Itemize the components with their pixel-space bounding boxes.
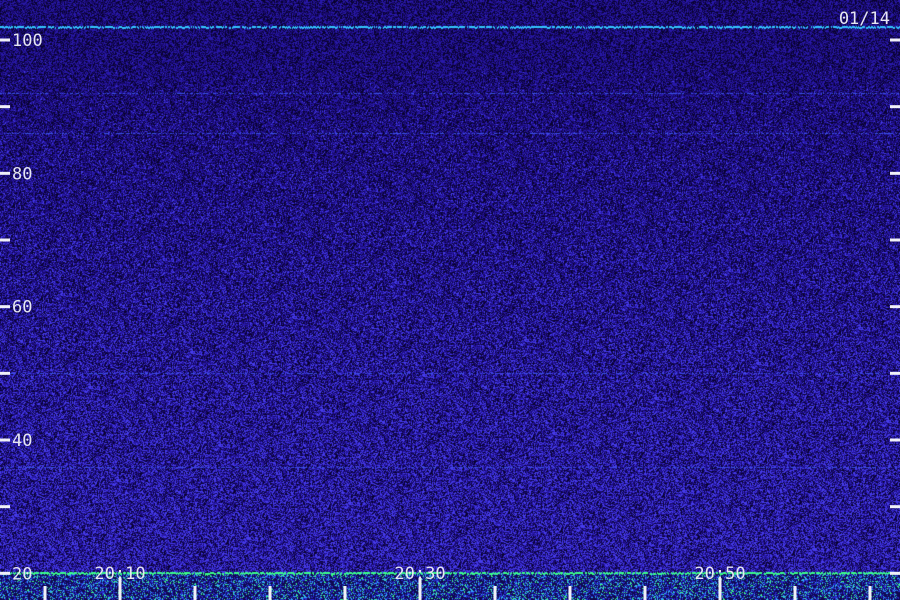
y-minor-tick-right-30 xyxy=(890,505,900,509)
y-minor-tick-left-90 xyxy=(0,105,10,109)
x-minor-tick-20:40 xyxy=(568,586,572,600)
y-tick-label-20: 20 xyxy=(12,564,32,584)
y-minor-tick-right-50 xyxy=(890,371,900,375)
y-tick-left-40 xyxy=(0,438,10,442)
y-tick-left-20 xyxy=(0,571,10,575)
x-minor-tick-20:45 xyxy=(643,586,647,600)
x-tick-label-20:10: 20:10 xyxy=(94,564,145,584)
y-tick-label-40: 40 xyxy=(12,431,32,451)
date-label: 01/14 xyxy=(839,9,890,29)
x-tick-label-20:30: 20:30 xyxy=(394,564,445,584)
y-minor-tick-right-90 xyxy=(890,105,900,109)
y-minor-tick-left-50 xyxy=(0,371,10,375)
x-minor-tick-20:20 xyxy=(268,586,272,600)
axis-overlay: 01/14 100 80 60 40 20 20:10 20:30 20:50 xyxy=(0,9,900,600)
spectrogram-chart: 01/14 100 80 60 40 20 20:10 20:30 20:50 xyxy=(0,0,900,600)
y-tick-right-40 xyxy=(890,438,900,442)
x-minor-tick-20:35 xyxy=(493,586,497,600)
y-tick-right-20 xyxy=(890,571,900,575)
x-minor-tick-21:00 xyxy=(868,586,872,600)
y-tick-right-80 xyxy=(890,171,900,175)
y-tick-label-100: 100 xyxy=(12,31,43,51)
y-minor-tick-left-70 xyxy=(0,238,10,242)
x-minor-tick-20:55 xyxy=(793,586,797,600)
y-tick-right-100 xyxy=(890,38,900,42)
x-minor-tick-20:05 xyxy=(43,586,47,600)
y-minor-tick-left-30 xyxy=(0,505,10,509)
y-tick-left-60 xyxy=(0,305,10,309)
y-tick-label-60: 60 xyxy=(12,298,32,318)
x-minor-tick-20:15 xyxy=(193,586,197,600)
y-minor-tick-right-70 xyxy=(890,238,900,242)
y-tick-left-80 xyxy=(0,171,10,175)
y-tick-right-60 xyxy=(890,305,900,309)
x-minor-tick-20:25 xyxy=(343,586,347,600)
y-tick-left-100 xyxy=(0,38,10,42)
y-tick-label-80: 80 xyxy=(12,164,32,184)
x-tick-label-20:50: 20:50 xyxy=(694,564,745,584)
